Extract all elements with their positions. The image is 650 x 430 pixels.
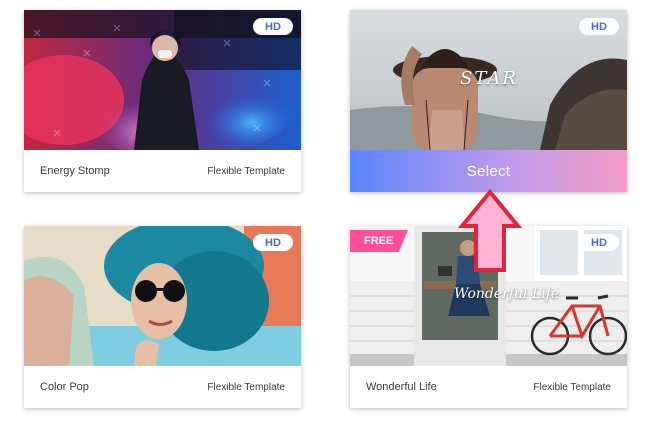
card-footer: Color Pop Flexible Template (24, 366, 301, 408)
hd-badge: HD (579, 18, 619, 35)
template-card-color-pop[interactable]: HD Color Pop Flexible Template (24, 226, 301, 408)
hd-badge: HD (253, 18, 293, 35)
template-card-energy-stomp[interactable]: HD Energy Stomp Flexible Template (24, 10, 301, 192)
thumbnail-overlay-text: Wonderful Life (454, 286, 560, 302)
template-title: Color Pop (40, 381, 89, 393)
template-type: Flexible Template (533, 381, 611, 393)
template-title: Wonderful Life (366, 381, 437, 393)
template-type: Flexible Template (207, 381, 285, 393)
hd-badge: HD (253, 234, 293, 251)
template-card-star[interactable]: STAR HD Select (350, 10, 627, 192)
pointer-arrow-icon (458, 188, 522, 272)
template-title: Energy Stomp (40, 165, 110, 177)
thumbnail-overlay-text: STAR (460, 68, 518, 89)
template-type: Flexible Template (207, 165, 285, 177)
free-ribbon: FREE (350, 230, 408, 252)
hd-badge: HD (579, 234, 619, 251)
card-footer: Wonderful Life Flexible Template (350, 366, 627, 408)
select-button[interactable]: Select (350, 150, 627, 192)
card-footer: Energy Stomp Flexible Template (24, 150, 301, 192)
